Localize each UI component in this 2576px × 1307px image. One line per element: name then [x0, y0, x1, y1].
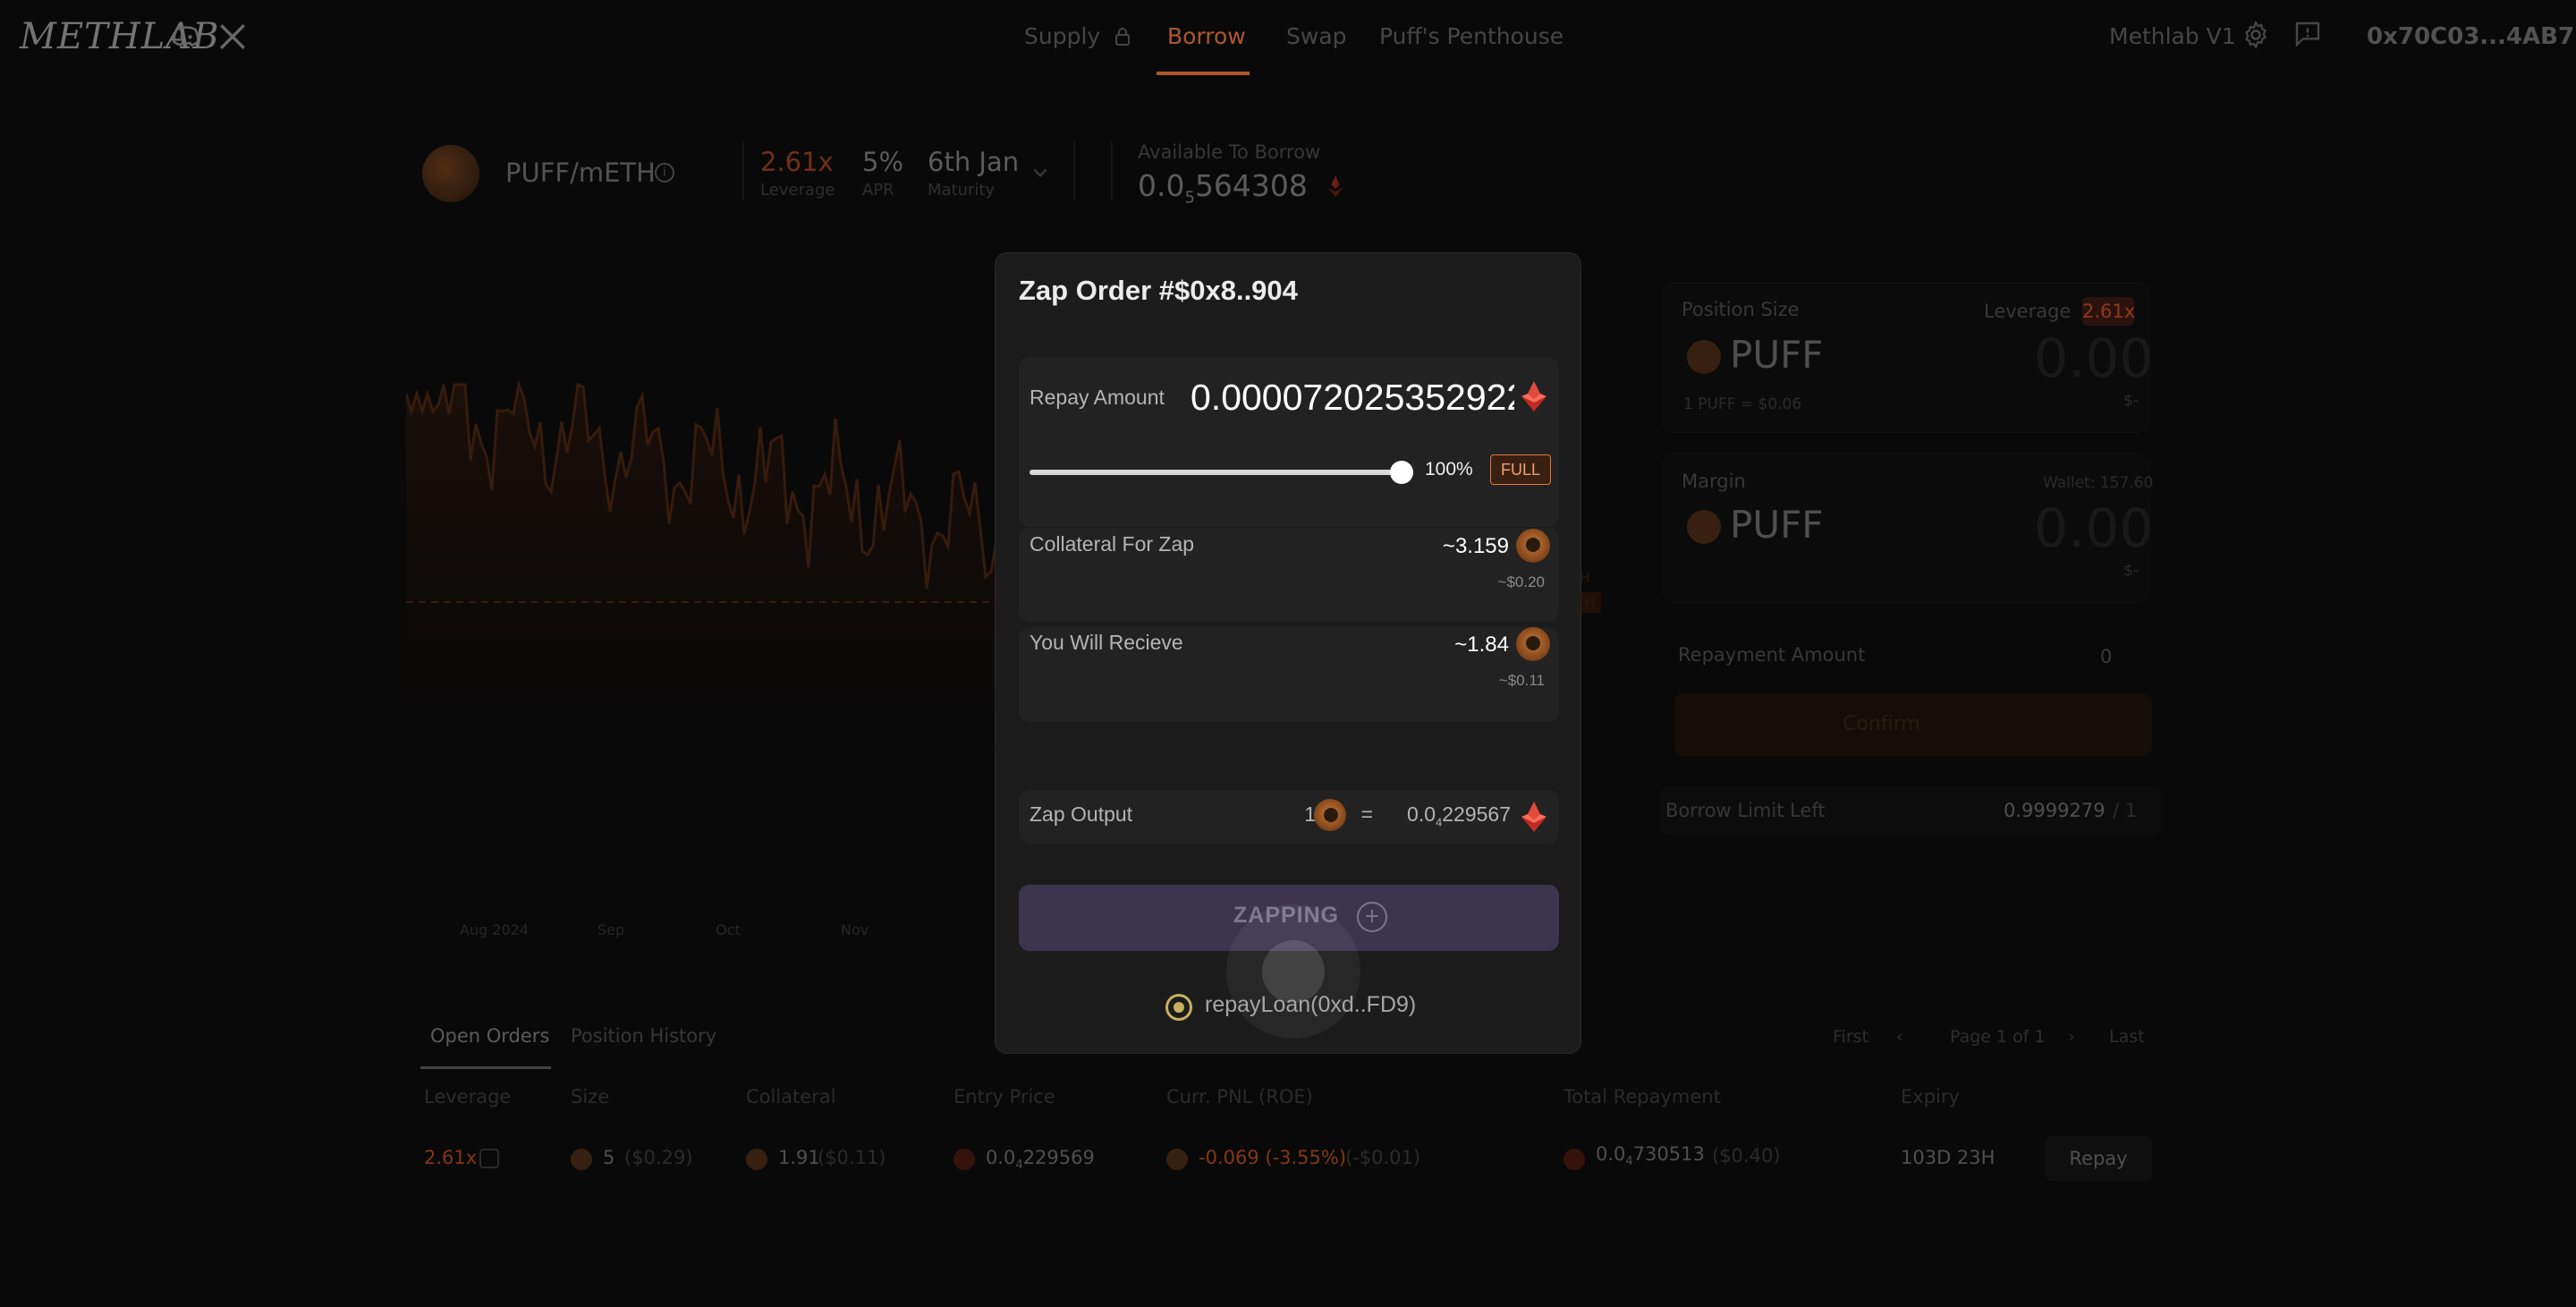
- repay-percent: 100%: [1425, 459, 1473, 480]
- transaction-label[interactable]: repayLoan(0xd..FD9): [1205, 992, 1416, 1018]
- output-rest: 229567: [1442, 802, 1511, 826]
- puff-icon: [1314, 799, 1346, 831]
- receive-usd: ~$0.11: [1498, 672, 1545, 689]
- zap-output-label: Zap Output: [1030, 802, 1133, 826]
- zap-order-modal: Zap Order #$0x8..904 Repay Amount 0.0000…: [995, 252, 1581, 1054]
- repay-slider-thumb[interactable]: [1390, 461, 1413, 484]
- receive-label: You Will Recieve: [1030, 631, 1183, 654]
- puff-icon: [1516, 627, 1550, 661]
- modal-title: Zap Order #$0x8..904: [1019, 275, 1298, 306]
- zap-output-eq: =: [1360, 802, 1373, 826]
- meth-icon: [1521, 802, 1546, 832]
- repay-amount-label: Repay Amount: [1030, 386, 1165, 409]
- repay-amount-input[interactable]: 0.0000720253529224: [1191, 377, 1514, 419]
- collateral-label: Collateral For Zap: [1030, 532, 1195, 556]
- plus-circle-icon: +: [1357, 902, 1387, 932]
- output-prefix: 0.0: [1407, 802, 1436, 826]
- pending-status-icon: [1165, 994, 1192, 1021]
- receive-value: ~1.84: [1454, 632, 1509, 657]
- collateral-usd: ~$0.20: [1497, 573, 1545, 590]
- meth-icon: [1521, 381, 1546, 412]
- repay-slider-track[interactable]: [1030, 470, 1399, 475]
- collateral-value: ~3.159: [1442, 534, 1509, 558]
- zap-output-rate: 0.04229567: [1371, 802, 1511, 829]
- zap-output-left: 1: [1304, 802, 1316, 826]
- puff-icon: [1516, 529, 1550, 563]
- full-button[interactable]: FULL: [1490, 454, 1551, 485]
